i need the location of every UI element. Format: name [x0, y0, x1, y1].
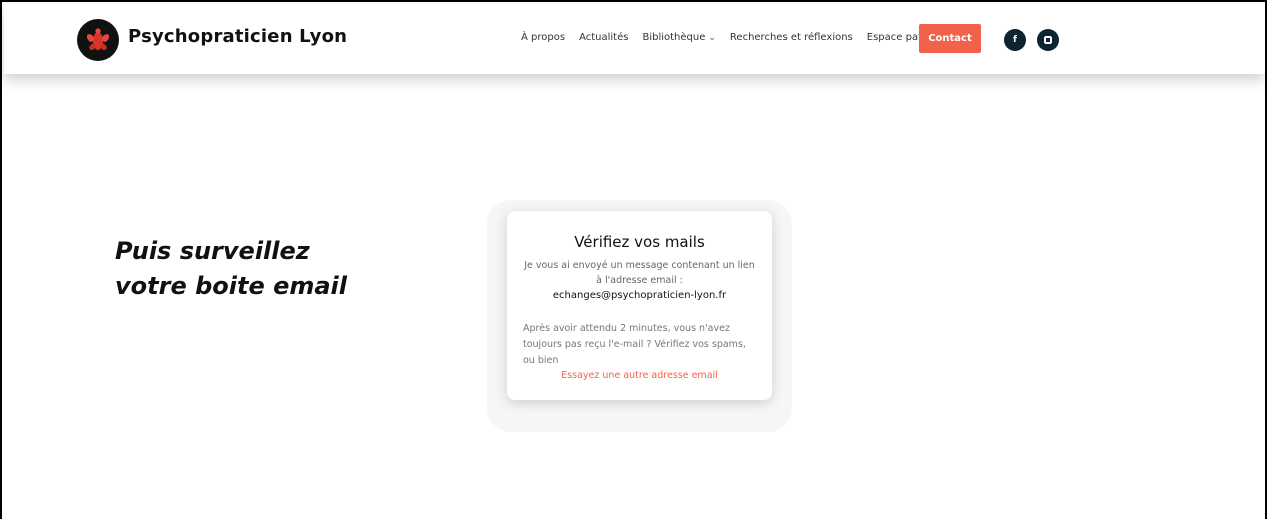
contact-button[interactable]: Contact [919, 24, 981, 53]
facebook-glyph: f [1013, 35, 1017, 45]
site-header: Psychopraticien Lyon À propos Actualités… [4, 4, 1265, 74]
nav-item-a-propos[interactable]: À propos [521, 32, 565, 43]
instagram-glyph [1044, 36, 1052, 44]
red-cicada-logo-icon [86, 28, 110, 50]
chevron-down-icon: ⌄ [708, 33, 716, 43]
facebook-icon[interactable]: f [1004, 29, 1026, 51]
caption-line-2: votre boite email [115, 272, 348, 300]
card-wait-text: Après avoir attendu 2 minutes, vous n'av… [523, 323, 746, 366]
instruction-caption: Puis surveillez votre boite email [115, 234, 347, 304]
main-nav: À propos Actualités Bibliothèque ⌄ Recher… [521, 32, 941, 43]
caption-line-1: Puis surveillez [115, 237, 310, 265]
nav-item-recherches[interactable]: Recherches et réflexions [730, 32, 853, 43]
site-logo[interactable] [77, 19, 119, 61]
card-message: Je vous ai envoyé un message contenant u… [524, 260, 755, 286]
nav-item-actualites[interactable]: Actualités [579, 32, 628, 43]
retry-email-link[interactable]: Essayez une autre adresse email [507, 370, 772, 381]
nav-item-bibliotheque-label: Bibliothèque [642, 32, 706, 43]
nav-item-bibliotheque[interactable]: Bibliothèque ⌄ [642, 32, 715, 43]
card-email-address: echanges@psychopraticien-lyon.fr [552, 290, 727, 301]
brand-name[interactable]: Psychopraticien Lyon [128, 26, 347, 47]
card-title: Vérifiez vos mails [574, 233, 705, 251]
instagram-icon[interactable] [1037, 29, 1059, 51]
verify-email-card: Vérifiez vos mails Je vous ai envoyé un … [507, 211, 772, 400]
screenshot-frame: Psychopraticien Lyon À propos Actualités… [0, 0, 1267, 519]
